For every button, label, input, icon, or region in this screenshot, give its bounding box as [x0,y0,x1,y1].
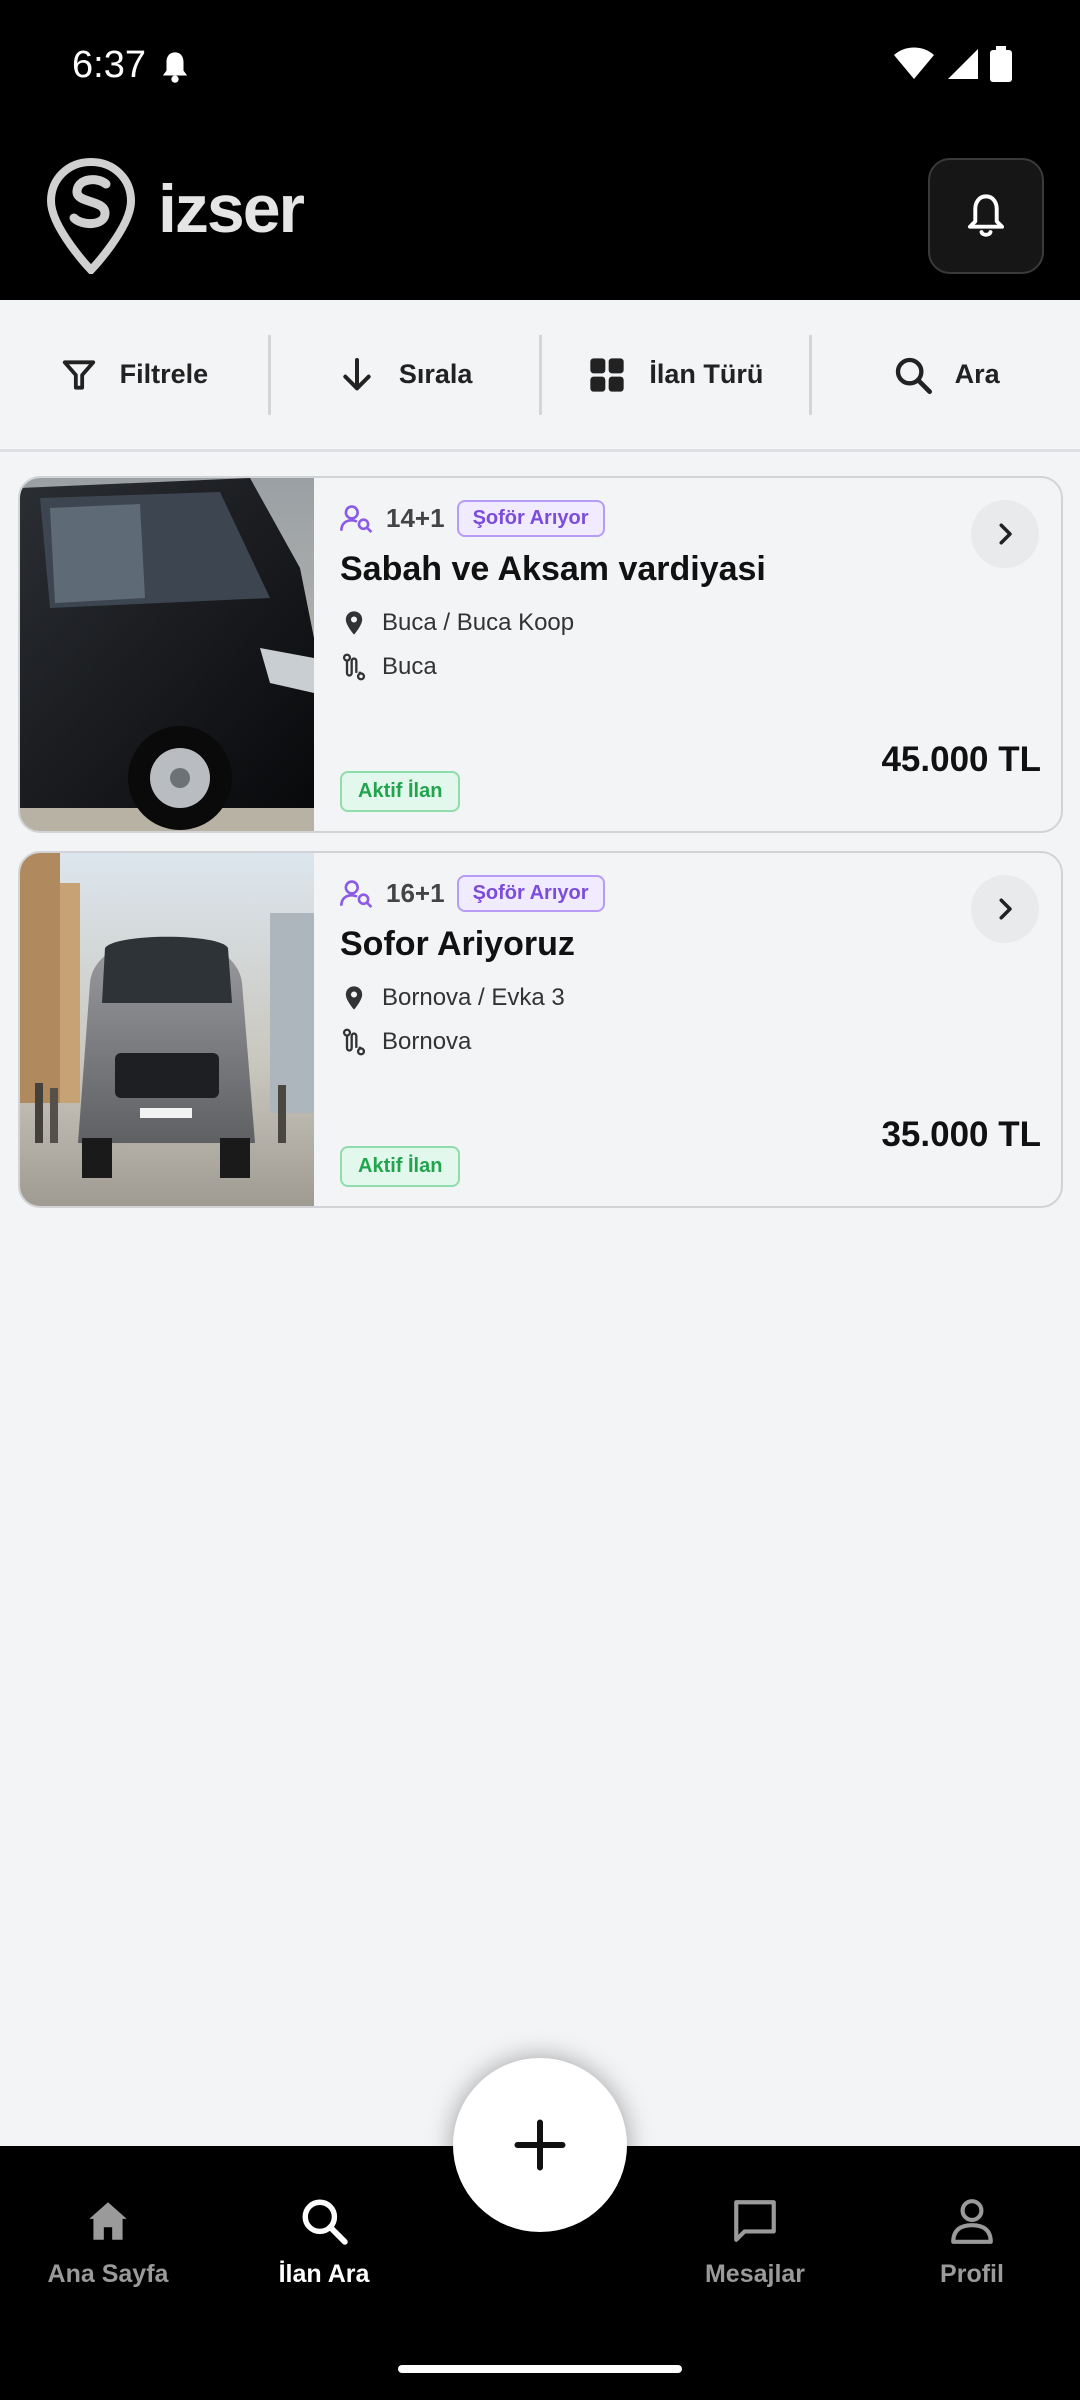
wifi-icon [894,47,934,79]
listing-body: 14+1 Şoför Arıyor Sabah ve Aksam vardiya… [340,478,1061,831]
listing-price: 35.000 TL [881,1115,1041,1154]
capacity-text: 14+1 [386,503,445,533]
sort-label: Sırala [398,359,473,389]
route-icon [342,653,366,681]
battery-icon [990,46,1012,82]
notifications-button[interactable] [928,158,1044,274]
nav-search[interactable]: İlan Ara [224,2196,424,2289]
search-icon [895,357,932,394]
search-icon [302,2199,348,2245]
capacity-row: 14+1 Şoför Arıyor [340,500,605,537]
nav-messages-label: Mesajlar [704,2260,806,2288]
chevron-right-icon [999,523,1012,545]
filter-label: Filtrele [119,359,209,389]
message-icon [734,2200,776,2242]
driver-wanted-badge: Şoför Arıyor [456,500,605,537]
nav-profile[interactable]: Profil [872,2196,1072,2289]
location-row: Buca / Buca Koop [340,608,574,638]
status-icons [894,46,1012,82]
listing-card[interactable]: 14+1 Şoför Arıyor Sabah ve Aksam vardiya… [18,476,1063,833]
search-button[interactable]: Ara [812,335,1080,415]
logo-text: izser [158,171,305,247]
location-pin-icon [345,986,363,1010]
location-pin-icon [345,611,363,635]
listing-image-black-van [20,478,314,831]
listing-title: Sabah ve Aksam vardiyasi [340,550,766,588]
bell-icon [967,194,1005,237]
listing-price: 45.000 TL [881,740,1041,779]
status-badge: Aktif İlan [340,771,461,812]
route-text: Bornova [382,1028,472,1055]
logo-pin-icon [46,158,136,274]
signal-icon [948,49,978,79]
app-header: izser [0,130,1080,300]
nav-profile-label: Profil [940,2260,1004,2288]
location-text: Buca / Buca Koop [382,609,575,636]
sort-button[interactable]: Sırala [271,334,542,415]
listing-body: 16+1 Şoför Arıyor Sofor Ariyoruz Bornova… [340,853,1061,1206]
notification-bell-icon [162,52,188,83]
search-label: Ara [954,359,1000,389]
filter-button[interactable]: Filtrele [0,334,271,415]
route-text: Buca [382,653,437,680]
listing-image-grey-van [20,853,314,1206]
home-indicator[interactable] [398,2365,682,2373]
driver-wanted-badge: Şoför Arıyor [456,875,605,912]
listing-title: Sofor Ariyoruz [340,925,575,963]
open-listing-button[interactable] [971,875,1039,943]
location-text: Bornova / Evka 3 [382,984,565,1011]
nav-home[interactable]: Ana Sayfa [8,2196,208,2289]
route-row: Bornova [340,1027,471,1057]
nav-home-label: Ana Sayfa [47,2260,169,2288]
route-icon [342,1028,366,1056]
listing-type-label: İlan Türü [649,359,764,389]
status-bar: 6:37 [0,0,1080,130]
grid-icon [590,357,625,392]
filter-icon [62,359,95,390]
route-row: Buca [340,652,437,682]
person-search-icon [340,879,373,908]
location-row: Bornova / Evka 3 [340,983,565,1013]
filter-toolbar: Filtrele Sırala İlan Türü Ara [0,300,1080,452]
person-search-icon [340,504,373,533]
listing-card[interactable]: 16+1 Şoför Arıyor Sofor Ariyoruz Bornova… [18,851,1063,1208]
home-icon [89,2202,127,2240]
plus-icon [514,2119,566,2171]
add-listing-button[interactable] [453,2058,627,2232]
listing-type-button[interactable]: İlan Türü [542,334,813,415]
status-time: 6:37 [72,44,146,86]
nav-messages[interactable]: Mesajlar [655,2196,855,2289]
arrow-down-icon [343,357,371,390]
nav-search-label: İlan Ara [278,2260,370,2288]
capacity-row: 16+1 Şoför Arıyor [340,875,605,912]
status-badge: Aktif İlan [340,1146,461,1187]
capacity-text: 16+1 [386,878,445,908]
open-listing-button[interactable] [971,500,1039,568]
chevron-right-icon [999,898,1012,920]
person-icon [951,2199,993,2244]
